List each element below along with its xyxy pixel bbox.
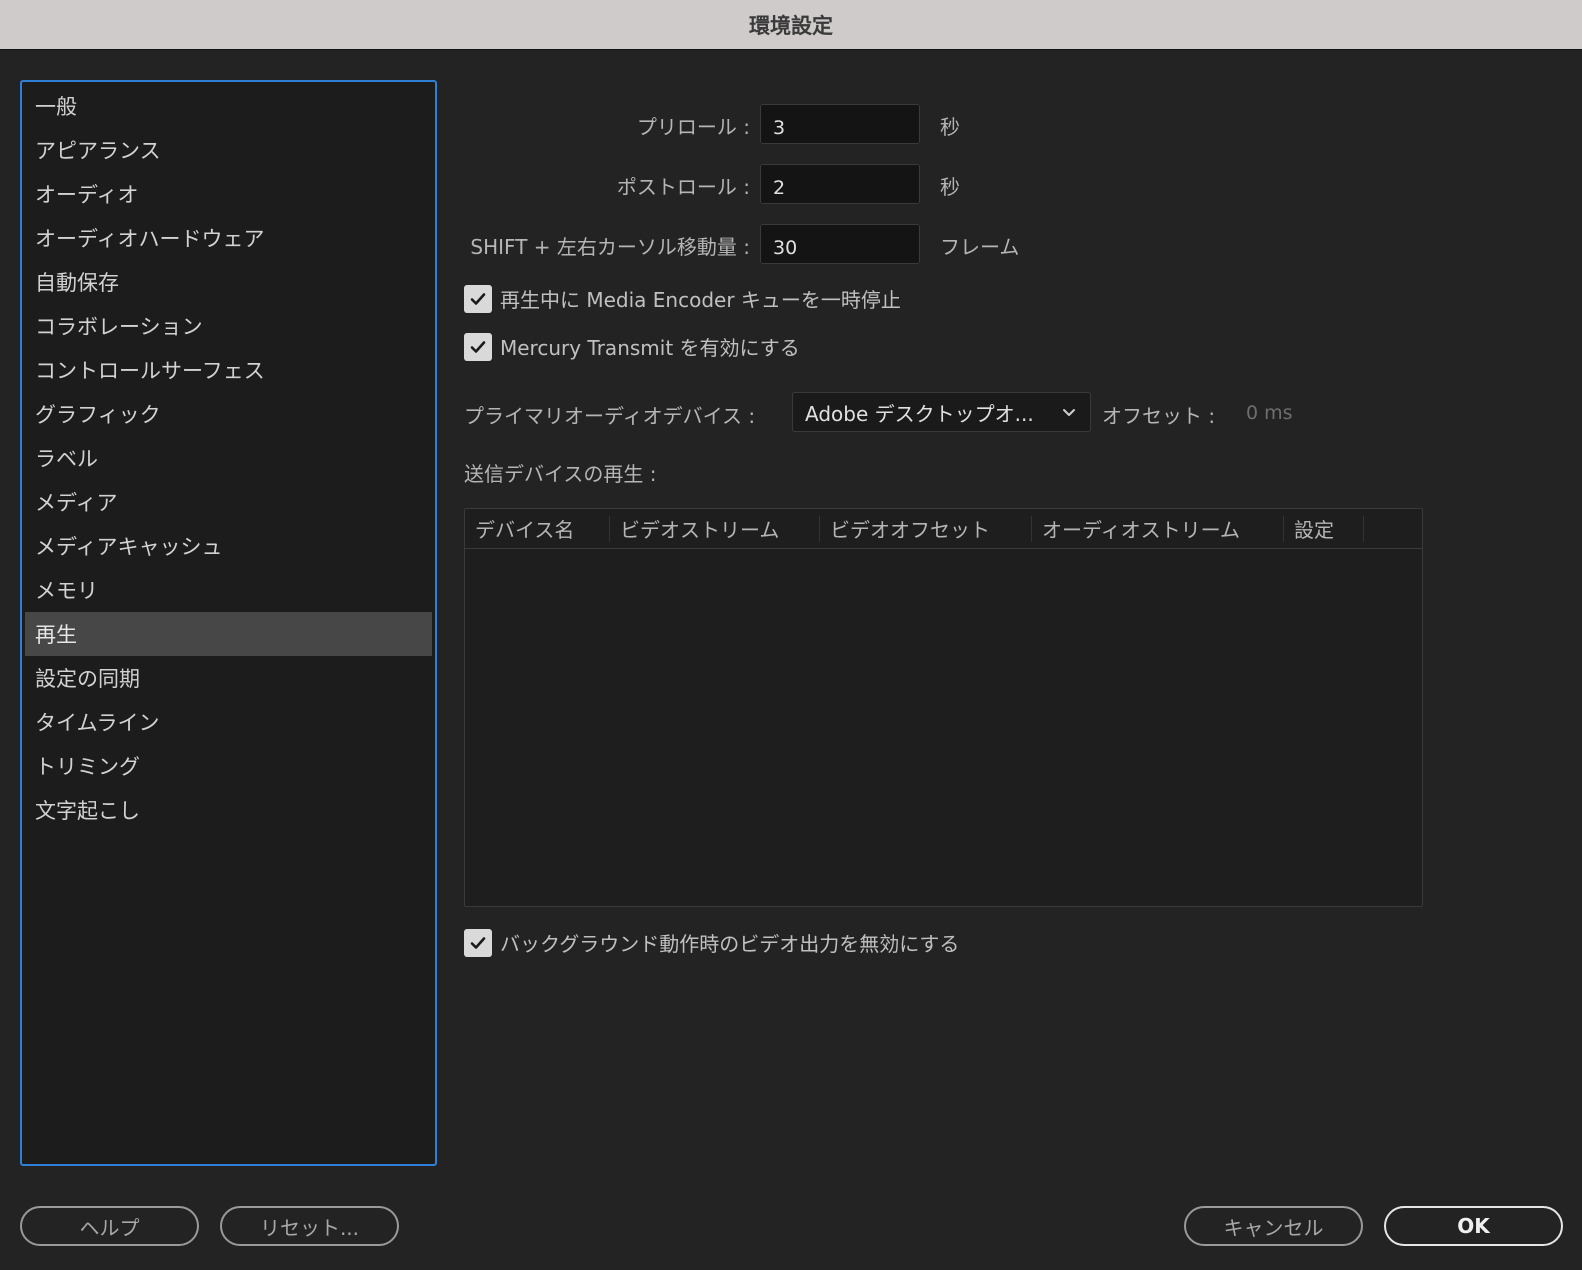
sidebar-item-memory[interactable]: メモリ xyxy=(25,568,432,612)
sidebar-item-trimming[interactable]: トリミング xyxy=(25,744,432,788)
sidebar-item-graphics[interactable]: グラフィック xyxy=(25,392,432,436)
chevron-down-icon xyxy=(1063,409,1075,416)
postroll-field[interactable]: 2 xyxy=(760,164,920,204)
sidebar-item-transcription[interactable]: 文字起こし xyxy=(25,788,432,832)
background-video-checkbox[interactable] xyxy=(464,928,492,957)
sidebar-item-media[interactable]: メディア xyxy=(25,480,432,524)
sidebar-item-labels[interactable]: ラベル xyxy=(25,436,432,480)
audio-device-value: Adobe デスクトップオ... xyxy=(805,401,1034,426)
background-video-row[interactable]: バックグラウンド動作時のビデオ出力を無効にする xyxy=(464,928,959,957)
sidebar-item-appearance[interactable]: アピアランス xyxy=(25,128,432,172)
checkmark-icon xyxy=(470,340,486,353)
preroll-label: プリロール : xyxy=(636,115,750,139)
checkmark-icon xyxy=(470,936,486,949)
sidebar-item-sync-settings[interactable]: 設定の同期 xyxy=(25,656,432,700)
column-video-offset[interactable]: ビデオオフセット xyxy=(820,515,1032,542)
transmit-devices-table[interactable]: デバイス名 ビデオストリーム ビデオオフセット オーディオストリーム 設定 xyxy=(464,508,1423,907)
pause-encoder-checkbox[interactable] xyxy=(464,284,492,313)
column-settings[interactable]: 設定 xyxy=(1284,515,1364,542)
preroll-field[interactable]: 3 xyxy=(760,104,920,144)
pause-encoder-label: 再生中に Media Encoder キューを一時停止 xyxy=(500,288,901,312)
shift-move-field[interactable]: 30 xyxy=(760,224,920,264)
cancel-button[interactable]: キャンセル xyxy=(1184,1206,1363,1246)
sidebar-item-media-cache[interactable]: メディアキャッシュ xyxy=(25,524,432,568)
background-video-label: バックグラウンド動作時のビデオ出力を無効にする xyxy=(500,932,960,956)
category-list[interactable]: 一般 アピアランス オーディオ オーディオハードウェア 自動保存 コラボレーショ… xyxy=(20,80,437,1166)
column-device-name[interactable]: デバイス名 xyxy=(465,515,610,542)
audio-device-label: プライマリオーディオデバイス : xyxy=(464,404,756,428)
sidebar-item-control-surface[interactable]: コントロールサーフェス xyxy=(25,348,432,392)
checkmark-icon xyxy=(470,292,486,305)
table-header: デバイス名 ビデオストリーム ビデオオフセット オーディオストリーム 設定 xyxy=(465,509,1422,549)
mercury-transmit-row[interactable]: Mercury Transmit を有効にする xyxy=(464,332,800,361)
sidebar-item-auto-save[interactable]: 自動保存 xyxy=(25,260,432,304)
sidebar-item-general[interactable]: 一般 xyxy=(25,84,432,128)
audio-device-dropdown[interactable]: Adobe デスクトップオ... xyxy=(792,392,1091,432)
shift-move-unit: フレーム xyxy=(940,235,1020,259)
mercury-transmit-label: Mercury Transmit を有効にする xyxy=(500,336,800,360)
sidebar-item-audio[interactable]: オーディオ xyxy=(25,172,432,216)
ok-button[interactable]: OK xyxy=(1384,1206,1563,1246)
preroll-unit: 秒 xyxy=(940,115,960,139)
offset-value: 0 ms xyxy=(1246,402,1293,424)
sidebar-item-timeline[interactable]: タイムライン xyxy=(25,700,432,744)
column-audio-stream[interactable]: オーディオストリーム xyxy=(1032,515,1284,542)
sidebar-item-playback[interactable]: 再生 xyxy=(25,612,432,656)
pause-encoder-row[interactable]: 再生中に Media Encoder キューを一時停止 xyxy=(464,284,901,313)
column-video-stream[interactable]: ビデオストリーム xyxy=(610,515,820,542)
sidebar-item-audio-hardware[interactable]: オーディオハードウェア xyxy=(25,216,432,260)
window-title: 環境設定 xyxy=(0,0,1582,50)
reset-button[interactable]: リセット... xyxy=(220,1206,399,1246)
mercury-transmit-checkbox[interactable] xyxy=(464,332,492,361)
transmit-devices-label: 送信デバイスの再生 : xyxy=(464,462,657,486)
help-button[interactable]: ヘルプ xyxy=(20,1206,199,1246)
postroll-unit: 秒 xyxy=(940,175,960,199)
shift-move-label: SHIFT + 左右カーソル移動量 : xyxy=(470,235,750,259)
postroll-label: ポストロール : xyxy=(616,175,750,199)
offset-label: オフセット : xyxy=(1102,404,1216,428)
sidebar-item-collaboration[interactable]: コラボレーション xyxy=(25,304,432,348)
